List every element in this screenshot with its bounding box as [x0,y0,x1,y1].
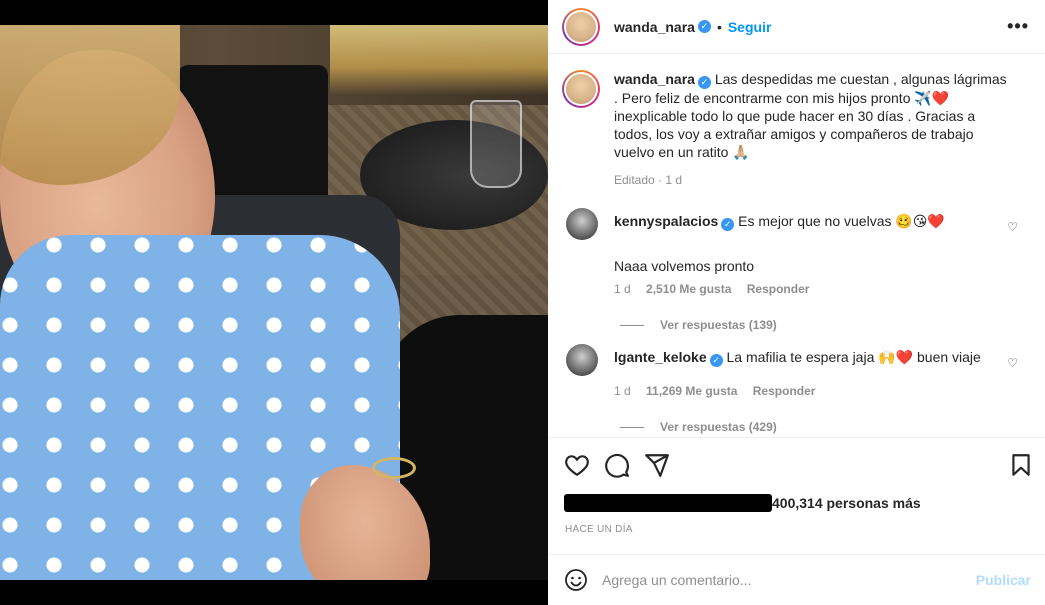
comment-continuation-text: Naaa volvemos pronto [614,258,755,274]
action-bar [548,437,1045,491]
view-replies-label: Ver respuestas (429) [660,420,777,434]
photo-ceiling-light [330,25,548,95]
comment-meta: 1 d 11,269 Me gusta Responder [614,384,1036,398]
replies-divider-line [620,426,644,428]
separator-dot: • [716,18,722,35]
follow-button[interactable]: Seguir [728,19,772,35]
commenter-username[interactable]: lgante_keloke [614,349,707,365]
comment-text: La mafilia te espera jaja 🙌❤️ buen viaje [726,349,981,365]
bookmark-icon[interactable] [1008,452,1034,478]
post-caption: wanda_nara ✓ Las despedidas me cuestan , … [562,70,1032,189]
author-username[interactable]: wanda_nara [614,19,695,35]
more-options-icon[interactable]: ••• [1007,16,1029,37]
view-replies-button[interactable]: Ver respuestas (429) [620,420,1036,434]
photo-glass [470,100,522,188]
comment-likes-count[interactable]: 2,510 Me gusta [646,282,731,296]
instagram-post-modal: wanda_nara ✓ • Seguir ••• wanda_nara ✓ La… [0,0,1045,605]
share-icon[interactable] [644,452,670,478]
caption-meta: Editado · 1 d [614,173,683,187]
view-replies-button[interactable]: Ver respuestas (139) [620,318,1036,332]
publish-button[interactable]: Publicar [976,572,1031,588]
redacted-likers-bar [564,494,772,512]
verified-badge-icon: ✓ [709,354,723,367]
commenter-avatar[interactable] [566,208,598,240]
comment-meta: 1 d 2,510 Me gusta Responder [614,282,1036,296]
post-side-panel: wanda_nara ✓ • Seguir ••• wanda_nara ✓ La… [548,0,1045,605]
caption-avatar[interactable] [562,70,600,108]
comment-text: Es mejor que no vuelvas 🥴😘❤️ [738,213,945,229]
author-avatar[interactable] [562,7,600,46]
comment-input[interactable] [602,572,942,588]
comment-time: 1 d [614,282,631,296]
likes-summary-text: 400,314 personas más [772,495,921,511]
likes-summary[interactable]: 400,314 personas más [564,494,921,512]
reply-button[interactable]: Responder [747,282,810,296]
photo-bracelet [372,457,416,479]
comment-likes-count[interactable]: 11,269 Me gusta [646,384,737,398]
post-photo[interactable] [0,25,548,580]
verified-badge-icon: ✓ [721,218,735,231]
replies-divider-line [620,324,644,326]
verified-badge-icon: ✓ [697,76,711,89]
add-comment-bar: Publicar [548,554,1045,605]
comment-like-heart-icon[interactable]: ♡ [1007,356,1018,370]
comment-item: lgante_keloke ✓ La mafilia te espera jaja… [566,344,1036,434]
verified-badge-icon: ✓ [697,20,711,33]
comment-item: kennyspalacios ✓ Es mejor que no vuelvas … [566,208,1036,332]
commenter-username[interactable]: kennyspalacios [614,213,718,229]
caption-username[interactable]: wanda_nara [614,71,695,87]
emoji-icon[interactable] [564,568,588,592]
post-header: wanda_nara ✓ • Seguir ••• [548,0,1045,54]
comment-time: 1 d [614,384,631,398]
comment-icon[interactable] [604,452,630,478]
view-replies-label: Ver respuestas (139) [660,318,777,332]
heart-icon[interactable] [564,452,590,478]
reply-button[interactable]: Responder [753,384,816,398]
commenter-avatar[interactable] [566,344,598,376]
comment-like-heart-icon[interactable]: ♡ [1007,220,1018,234]
post-time-ago: HACE UN DÍA [565,524,633,535]
comments-section[interactable]: wanda_nara ✓ Las despedidas me cuestan , … [548,54,1045,437]
